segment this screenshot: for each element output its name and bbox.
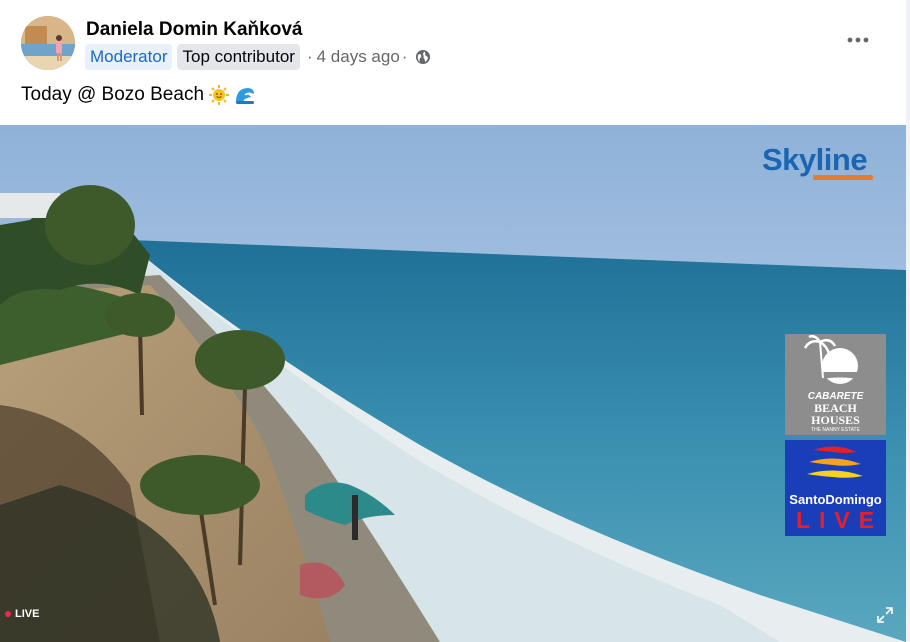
top-contributor-badge[interactable]: Top contributor xyxy=(177,44,300,70)
meta-separator: · xyxy=(306,47,313,66)
moderator-badge[interactable]: Moderator xyxy=(85,44,173,70)
author-name[interactable]: Daniela Domin Kaňková xyxy=(86,19,302,41)
live-indicator: LIVE xyxy=(5,608,39,620)
post-body: Today @ Bozo Beach xyxy=(21,84,205,105)
cabarete-beach-houses-ad[interactable]: CABARETE BEACH HOUSES THE NANNY ESTATE xyxy=(785,334,886,435)
santo-domingo-live-ad[interactable]: SantoDomingo LIVE xyxy=(785,440,886,536)
author-avatar[interactable] xyxy=(21,16,75,70)
post-meta: Moderator Top contributor · 4 days ago · xyxy=(85,44,431,70)
post-header: Daniela Domin Kaňková Moderator Top cont… xyxy=(0,0,906,125)
live-label-text: LIVE xyxy=(15,608,40,620)
sun-emoji-icon xyxy=(208,84,230,106)
live-video-player[interactable]: Skyline CABARETE BEACH HOUSES THE NANNY E… xyxy=(0,125,906,642)
cabarete-tagline: THE NANNY ESTATE xyxy=(811,427,860,433)
more-horizontal-icon xyxy=(847,37,869,43)
santo-domingo-flag-icon xyxy=(807,446,863,478)
live-dot-icon xyxy=(5,611,11,617)
meta-separator-2: · xyxy=(401,47,408,66)
wave-emoji-icon xyxy=(234,84,256,106)
skyline-logo-underline xyxy=(813,175,873,180)
globe-icon[interactable] xyxy=(415,49,431,65)
expand-icon[interactable] xyxy=(876,606,894,624)
palm-sun-logo-icon xyxy=(803,334,865,384)
skyline-logo: Skyline xyxy=(762,142,868,177)
post-text: Today @ Bozo Beach xyxy=(21,84,256,106)
beach-webcam-image xyxy=(0,125,906,642)
page-edge xyxy=(906,0,910,642)
cabarete-houses-word: HOUSES xyxy=(811,413,860,427)
post-timestamp[interactable]: 4 days ago xyxy=(317,47,400,67)
more-options-button[interactable] xyxy=(840,26,876,54)
santo-domingo-live-text: LIVE xyxy=(795,507,884,533)
cabarete-line2: BEACH HOUSES xyxy=(785,402,886,426)
santo-domingo-title: SantoDomingo xyxy=(789,492,882,507)
